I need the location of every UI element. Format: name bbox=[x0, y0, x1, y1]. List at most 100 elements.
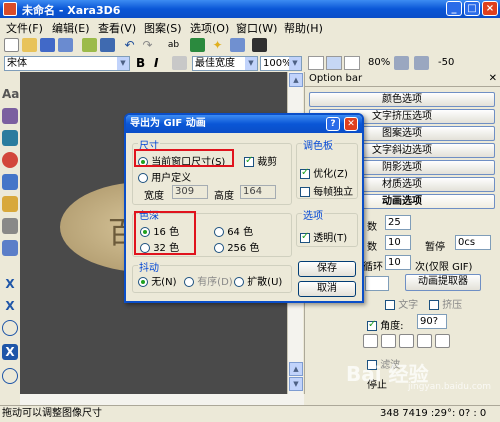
x-tool-3-icon[interactable] bbox=[2, 320, 18, 336]
extrude-option-label: 挤压 bbox=[442, 300, 463, 311]
text-option[interactable]: 文字 bbox=[385, 296, 418, 311]
x-tool-1[interactable]: X bbox=[2, 276, 18, 292]
print-icon[interactable] bbox=[100, 38, 115, 52]
frames-input[interactable]: 25 bbox=[385, 215, 411, 230]
effects-icon[interactable] bbox=[230, 38, 245, 52]
align-center-icon[interactable] bbox=[326, 56, 342, 70]
redo-icon[interactable]: ↷ bbox=[140, 38, 155, 52]
x-tool-2[interactable]: X bbox=[2, 298, 18, 314]
scroll-up-small-icon[interactable]: ▲ bbox=[289, 362, 303, 376]
direction-5-icon[interactable] bbox=[435, 334, 450, 348]
palette-optimize-option[interactable]: 优化(Z) bbox=[300, 165, 348, 180]
depth-64-radio[interactable] bbox=[214, 227, 224, 237]
font-select[interactable]: 宋体 ▼ bbox=[4, 56, 130, 71]
palette-optimize-checkbox[interactable] bbox=[300, 167, 310, 179]
close-button[interactable]: × bbox=[482, 1, 498, 16]
spacing-icon[interactable] bbox=[394, 56, 409, 70]
spell-icon[interactable]: ab bbox=[166, 38, 181, 52]
transparent-checkbox[interactable] bbox=[300, 231, 310, 243]
export-icon[interactable] bbox=[58, 38, 73, 52]
save-button[interactable]: 保存 bbox=[298, 261, 356, 277]
light-icon[interactable]: ✦ bbox=[210, 38, 225, 52]
undo-icon[interactable]: ↶ bbox=[122, 38, 137, 52]
save-icon[interactable] bbox=[40, 38, 55, 52]
direction-3-icon[interactable] bbox=[399, 334, 414, 348]
dialog-close-icon[interactable]: ✕ bbox=[344, 117, 358, 131]
width-mode-select[interactable]: 最佳宽度 ▼ bbox=[192, 56, 258, 71]
dither-none-radio[interactable] bbox=[138, 277, 148, 287]
camera-icon[interactable] bbox=[252, 38, 267, 52]
x-tool-5-icon[interactable] bbox=[2, 368, 18, 384]
minimize-button[interactable]: _ bbox=[446, 1, 462, 16]
palette-each-checkbox[interactable] bbox=[300, 187, 310, 197]
menu-edit[interactable]: 编辑(E) bbox=[52, 20, 90, 36]
text-icon[interactable] bbox=[172, 56, 187, 70]
text-tool[interactable]: Aa bbox=[2, 86, 19, 102]
menu-window[interactable]: 窗口(W) bbox=[236, 20, 277, 36]
chevron-down-icon: ▼ bbox=[289, 57, 301, 70]
angle-input[interactable]: 90? bbox=[417, 314, 447, 329]
x-tool-4[interactable]: X bbox=[2, 344, 18, 360]
depth-256-radio[interactable] bbox=[214, 243, 224, 253]
horizontal-scrollbar[interactable] bbox=[20, 394, 304, 405]
transparent-option[interactable]: 透明(T) bbox=[300, 229, 347, 244]
dither-ordered-option[interactable]: 有序(D) bbox=[184, 273, 233, 288]
dither-ordered-radio[interactable] bbox=[184, 277, 194, 287]
depth-256-option[interactable]: 256 色 bbox=[214, 239, 259, 254]
align-right-icon[interactable] bbox=[344, 56, 360, 70]
dither-diffuse-option[interactable]: 扩散(U) bbox=[234, 273, 282, 288]
sphere-tool-icon[interactable] bbox=[2, 152, 18, 168]
fps-input[interactable]: 10 bbox=[385, 235, 411, 250]
maximize-button[interactable]: □ bbox=[464, 1, 480, 16]
dialog-help-icon[interactable]: ? bbox=[326, 117, 340, 131]
anim-type-select[interactable] bbox=[365, 276, 389, 291]
palette-each-option[interactable]: 每帧独立 bbox=[300, 183, 353, 198]
size-user-radio[interactable] bbox=[138, 173, 148, 183]
dither-none-label: 无(N) bbox=[151, 277, 177, 288]
dither-none-option[interactable]: 无(N) bbox=[138, 273, 176, 288]
open-folder-icon[interactable] bbox=[22, 38, 37, 52]
align-left-icon[interactable] bbox=[308, 56, 324, 70]
crop-option[interactable]: 裁剪 bbox=[244, 153, 277, 168]
scroll-up-icon[interactable]: ▲ bbox=[289, 73, 303, 87]
menu-view[interactable]: 查看(V) bbox=[98, 20, 136, 36]
image-icon[interactable] bbox=[82, 38, 97, 52]
direction-4-icon[interactable] bbox=[417, 334, 432, 348]
new-file-icon[interactable] bbox=[4, 38, 19, 52]
scroll-down-icon[interactable]: ▼ bbox=[289, 377, 303, 391]
pause-input[interactable]: 0cs bbox=[455, 235, 491, 250]
size-user-option[interactable]: 用户定义 bbox=[138, 169, 191, 184]
italic-button[interactable]: I bbox=[154, 56, 158, 70]
menu-pattern[interactable]: 图案(S) bbox=[144, 20, 182, 36]
orbit-tool-icon[interactable] bbox=[2, 240, 18, 256]
diamond-tool-icon[interactable] bbox=[2, 174, 18, 190]
menu-options[interactable]: 选项(O) bbox=[190, 20, 229, 36]
extrude-option[interactable]: 挤压 bbox=[429, 296, 462, 311]
menu-file[interactable]: 文件(F) bbox=[6, 20, 43, 36]
cube-tool-icon[interactable] bbox=[2, 130, 18, 146]
frame-icon[interactable] bbox=[190, 38, 205, 52]
bold-button[interactable]: B bbox=[136, 56, 145, 70]
zoom-select[interactable]: 100% ▼ bbox=[260, 56, 302, 71]
angle-checkbox[interactable] bbox=[367, 319, 377, 331]
extrude-checkbox[interactable] bbox=[429, 300, 439, 310]
direction-1-icon[interactable] bbox=[363, 334, 378, 348]
panel-close-icon[interactable]: ✕ bbox=[489, 72, 497, 86]
shape-tool-icon[interactable] bbox=[2, 108, 18, 124]
block-tool-icon[interactable] bbox=[2, 196, 18, 212]
dither-diffuse-radio[interactable] bbox=[234, 277, 244, 287]
angle-option[interactable]: 角度: bbox=[367, 317, 404, 332]
depth-64-option[interactable]: 64 色 bbox=[214, 223, 253, 238]
text-checkbox[interactable] bbox=[385, 300, 395, 310]
loop-input[interactable]: 10 bbox=[385, 255, 411, 270]
animation-extractor-button[interactable]: 动画提取器 bbox=[405, 274, 481, 291]
width-input[interactable]: 309 bbox=[172, 185, 208, 199]
rotate-tool-icon[interactable] bbox=[2, 218, 18, 234]
menu-help[interactable]: 帮助(H) bbox=[284, 20, 323, 36]
color-options-button[interactable]: 颜色选项 bbox=[309, 92, 495, 107]
height-input[interactable]: 164 bbox=[240, 185, 276, 199]
line-spacing-icon[interactable] bbox=[414, 56, 429, 70]
crop-checkbox[interactable] bbox=[244, 155, 254, 167]
direction-2-icon[interactable] bbox=[381, 334, 396, 348]
cancel-button[interactable]: 取消 bbox=[298, 281, 356, 297]
